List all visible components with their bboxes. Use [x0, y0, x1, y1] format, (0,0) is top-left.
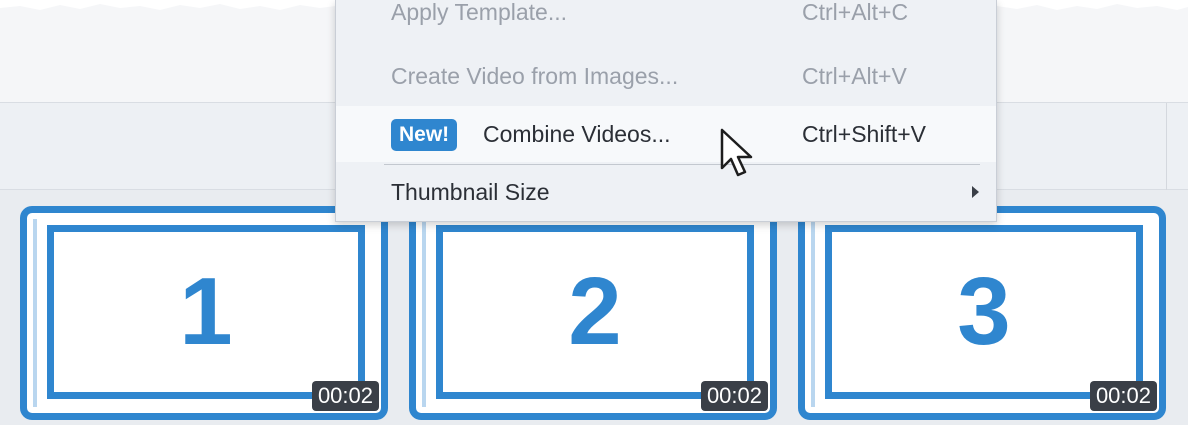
menu-item-label: Apply Template...: [391, 0, 568, 25]
menu-item-label: Combine Videos...: [483, 120, 671, 147]
new-badge: New!: [391, 119, 458, 151]
menu-item-shortcut: Ctrl+Alt+V: [802, 62, 907, 89]
clip-edge-bar: [811, 219, 815, 407]
menu-item-create-video-from-images[interactable]: Create Video from Images... Ctrl+Alt+V: [336, 48, 996, 104]
menu-item-thumbnail-size[interactable]: Thumbnail Size: [336, 164, 996, 220]
menu-item-combine-videos[interactable]: New! Combine Videos... Ctrl+Shift+V: [336, 106, 996, 162]
toolbar-divider: [1166, 103, 1167, 191]
clip-duration-badge: 00:02: [700, 381, 768, 411]
clip-number: 3: [957, 258, 1011, 365]
menu-item-label: Create Video from Images...: [391, 62, 679, 89]
clip-thumbnail: 1: [47, 225, 365, 399]
clip-thumbnail: 2: [436, 225, 754, 399]
clip-edge-bar: [422, 219, 426, 407]
clip-thumbnail: 3: [825, 225, 1143, 399]
menu-item-shortcut: Ctrl+Alt+C: [802, 0, 909, 25]
media-clip-3[interactable]: 3 00:02: [798, 206, 1166, 420]
clip-edge-bar: [33, 219, 37, 407]
clip-number: 2: [568, 258, 622, 365]
clip-duration-badge: 00:02: [1089, 381, 1157, 411]
clip-duration-badge: 00:02: [311, 381, 379, 411]
context-menu: Apply Template... Ctrl+Alt+C Create Vide…: [335, 0, 997, 222]
pointer-arrow-icon: [720, 128, 753, 177]
clip-number: 1: [179, 258, 233, 365]
media-clip-2[interactable]: 2 00:02: [409, 206, 777, 420]
menu-item-apply-template[interactable]: Apply Template... Ctrl+Alt+C: [336, 0, 996, 36]
chevron-right-icon: [970, 164, 980, 220]
menu-item-shortcut: Ctrl+Shift+V: [802, 120, 926, 147]
media-clip-1[interactable]: 1 00:02: [20, 206, 388, 420]
menu-item-label: Thumbnail Size: [391, 178, 550, 205]
